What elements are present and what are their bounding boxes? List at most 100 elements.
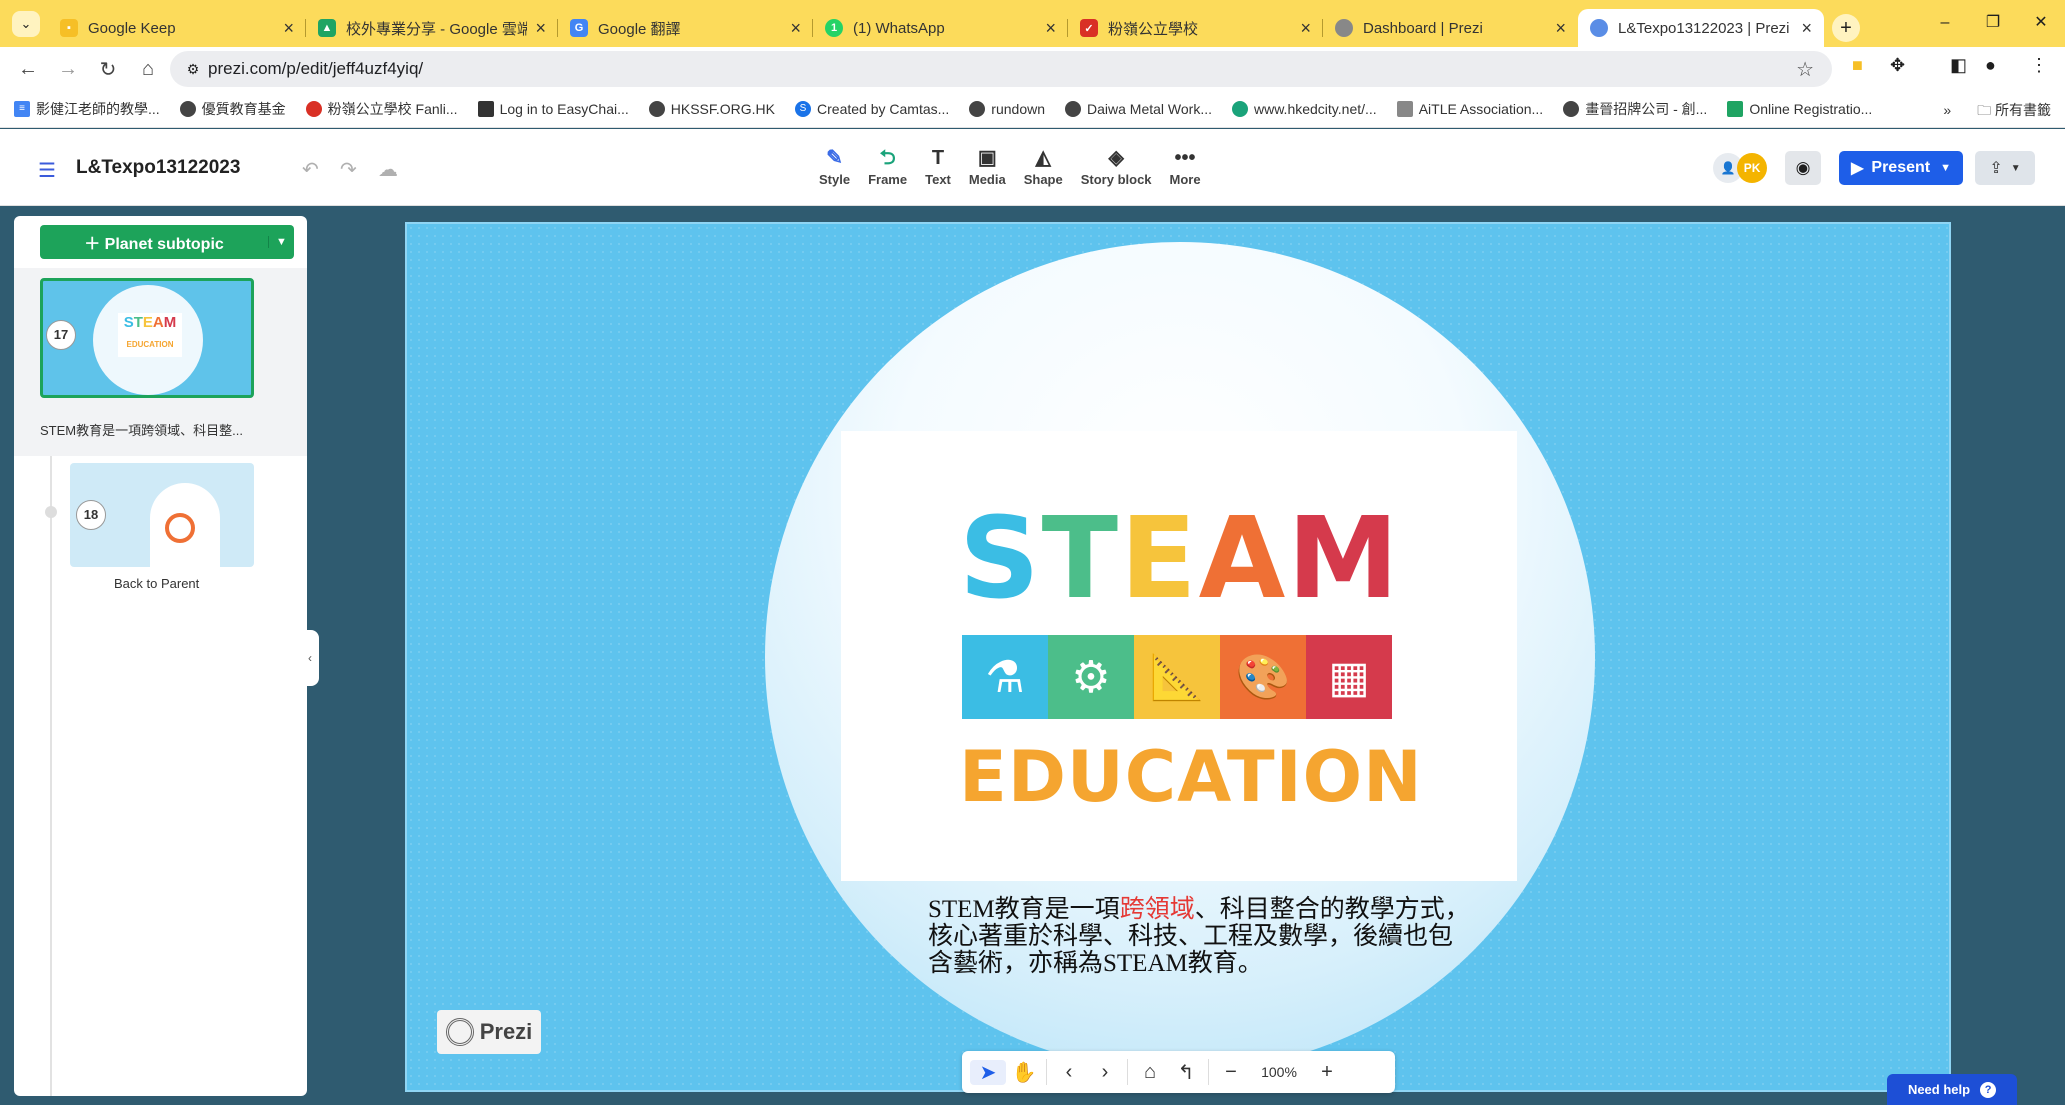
tab-title: L&Texpo13122023 | Prezi: [1618, 19, 1790, 37]
forward-icon[interactable]: →: [48, 58, 88, 81]
close-icon[interactable]: ×: [790, 18, 801, 39]
sidebar-item-17[interactable]: STEAM EDUCATION 17 STEM教育是一項跨領域、科目整...: [14, 268, 307, 456]
zoom-in-icon[interactable]: +: [1309, 1061, 1345, 1084]
slide-caption[interactable]: STEM教育是一項跨領域、科目整合的教學方式，核心著重於科學、科技、工程及數學，…: [928, 896, 1473, 977]
chevron-down-icon[interactable]: ▼: [268, 236, 294, 248]
prezi-toolbar: ☰ L&Texpo13122023 ↶ ↷ ☁ ✎ Style ⮌ Frame TT…: [0, 129, 2065, 206]
redo-icon[interactable]: ↷: [340, 157, 357, 182]
bookmark[interactable]: 粉嶺公立學校 Fanli...: [305, 99, 458, 119]
zoom-level[interactable]: 100%: [1249, 1064, 1309, 1080]
home-view-icon[interactable]: ⌂: [1132, 1061, 1168, 1084]
add-subtopic-label[interactable]: ＋ Planet subtopic: [40, 230, 268, 254]
bookmark[interactable]: rundown: [969, 101, 1045, 117]
letter-t: T: [1041, 494, 1121, 624]
steam-image[interactable]: STEAM ⚗ ⚙ 📐 🎨 ▦ EDUCATION: [841, 431, 1517, 881]
undo-icon[interactable]: ↶: [302, 157, 319, 182]
frame-tool[interactable]: ⮌ Frame: [868, 146, 907, 187]
browser-tab[interactable]: ▪ Google Keep ×: [48, 9, 306, 47]
bookmark[interactable]: S Created by Camtas...: [795, 101, 949, 117]
next-icon[interactable]: ›: [1087, 1061, 1123, 1084]
browser-tab[interactable]: ✓ 粉嶺公立學校 ×: [1068, 9, 1323, 47]
url-text[interactable]: prezi.com/p/edit/jeff4uzf4yiq/: [208, 59, 423, 79]
slide-canvas[interactable]: STEAM ⚗ ⚙ 📐 🎨 ▦ EDUCATION STEM教育是一項跨領域、科…: [405, 222, 1951, 1092]
close-window-icon[interactable]: ✕: [2017, 0, 2065, 47]
bookmark[interactable]: Online Registratio...: [1727, 101, 1872, 117]
collapse-sidebar-handle[interactable]: ‹: [301, 630, 319, 686]
minimize-icon[interactable]: –: [1921, 0, 1969, 47]
button-text: Planet subtopic: [104, 236, 224, 253]
profile-icon[interactable]: ●: [1985, 55, 1996, 76]
need-help-button[interactable]: Need help?: [1887, 1074, 2017, 1105]
bookmarks-overflow[interactable]: » 🗀 所有書籤: [1943, 100, 2051, 124]
browser-tab[interactable]: 1 (1) WhatsApp ×: [813, 9, 1068, 47]
close-icon[interactable]: ×: [283, 18, 294, 39]
close-icon[interactable]: ×: [1801, 18, 1812, 39]
back-to-parent-link[interactable]: Back to Parent: [114, 576, 199, 591]
site-info-icon[interactable]: ⚙: [178, 61, 208, 78]
zoom-out-icon[interactable]: −: [1213, 1061, 1249, 1084]
folder-icon: 🗀: [1977, 102, 1995, 118]
browser-tab[interactable]: G Google 翻譯 ×: [558, 9, 813, 47]
bookmark[interactable]: www.hkedcity.net/...: [1232, 101, 1377, 117]
back-icon[interactable]: ←: [8, 58, 48, 81]
education-text: EDUCATION: [959, 736, 1423, 818]
bookmark[interactable]: 畫晉招牌公司 - 創...: [1563, 99, 1707, 119]
restore-icon[interactable]: ❐: [1969, 0, 2017, 47]
hamburger-menu-icon[interactable]: ☰: [38, 158, 56, 183]
bookmark-label: 畫晉招牌公司 - 創...: [1585, 101, 1708, 117]
tool-label: Style: [819, 172, 851, 187]
bookmark[interactable]: 優質教育基金: [179, 99, 286, 119]
preview-eye-icon[interactable]: ◉: [1785, 151, 1822, 185]
bookmark[interactable]: AiTLE Association...: [1396, 101, 1543, 117]
close-icon[interactable]: ×: [535, 18, 546, 39]
more-tool[interactable]: ••• More: [1170, 146, 1201, 187]
chevron-double-icon[interactable]: »: [1943, 102, 1951, 118]
letter-s: S: [959, 494, 1042, 624]
style-tool[interactable]: ✎ Style: [819, 146, 850, 187]
url-bar[interactable]: ⚙ prezi.com/p/edit/jeff4uzf4yiq/ ☆: [170, 51, 1832, 87]
side-panel-icon[interactable]: ◧: [1950, 55, 1967, 76]
home-icon[interactable]: ⌂: [128, 58, 168, 81]
select-pointer-icon[interactable]: ➤: [970, 1059, 1006, 1085]
doc-icon: ≡: [14, 101, 30, 117]
media-tool[interactable]: ▣ Media: [969, 146, 1006, 187]
browser-tab[interactable]: Dashboard | Prezi ×: [1323, 9, 1578, 47]
menu-icon[interactable]: ⋮: [2030, 55, 2048, 76]
previous-icon[interactable]: ‹: [1051, 1061, 1087, 1084]
caption-highlight: 跨領域: [1119, 896, 1195, 923]
bookmark[interactable]: ≡ 影健江老師的教學...: [14, 99, 160, 119]
close-icon[interactable]: ×: [1555, 18, 1566, 39]
bookmark[interactable]: HKSSF.ORG.HK: [648, 101, 776, 117]
extensions-icon[interactable]: ✥: [1890, 55, 1905, 76]
avatar[interactable]: PK: [1737, 153, 1768, 183]
text-tool[interactable]: T Text: [925, 146, 951, 187]
present-button[interactable]: ▶ Present ▼: [1839, 151, 1963, 185]
tab-search-button[interactable]: ⌄: [12, 11, 40, 37]
reload-icon[interactable]: ↻: [88, 57, 128, 82]
bookmark[interactable]: Log in to EasyChai...: [477, 101, 629, 117]
new-tab-button[interactable]: +: [1832, 14, 1860, 42]
caption-part: STEM教育是一項: [928, 896, 1120, 923]
bookmark[interactable]: Daiwa Metal Work...: [1065, 101, 1212, 117]
hand-pan-icon[interactable]: ✋: [1006, 1060, 1042, 1085]
chevron-down-icon[interactable]: ▼: [1940, 162, 1951, 174]
browser-tab-active[interactable]: L&Texpo13122023 | Prezi ×: [1578, 9, 1824, 47]
add-planet-subtopic-button[interactable]: ＋ Planet subtopic ▼: [40, 225, 294, 259]
tool-label: Media: [968, 172, 1006, 187]
layers-icon: ◈: [1108, 147, 1124, 169]
all-bookmarks-label[interactable]: 所有書籤: [1995, 102, 2051, 118]
bookmark-star-icon[interactable]: ☆: [1796, 57, 1814, 82]
ruler-icon: 📐: [1134, 635, 1220, 719]
bookmark-label: HKSSF.ORG.HK: [670, 101, 776, 117]
shape-tool[interactable]: ◭ Shape: [1024, 146, 1063, 187]
story-block-tool[interactable]: ◈ Story block: [1081, 146, 1152, 187]
up-level-icon[interactable]: ↰: [1168, 1060, 1204, 1085]
keep-extension-icon[interactable]: ■: [1852, 55, 1863, 76]
presentation-title[interactable]: L&Texpo13122023: [76, 157, 240, 179]
close-icon[interactable]: ×: [1045, 18, 1056, 39]
browser-tab[interactable]: ▲ 校外專業分享 - Google 雲端硬 ×: [306, 9, 558, 47]
tab-title: (1) WhatsApp: [853, 19, 945, 37]
browser-tab-strip: ⌄ ▪ Google Keep × ▲ 校外專業分享 - Google 雲端硬 …: [0, 0, 2065, 47]
close-icon[interactable]: ×: [1300, 18, 1311, 39]
share-button[interactable]: ⇪ ▼: [1975, 151, 2035, 185]
